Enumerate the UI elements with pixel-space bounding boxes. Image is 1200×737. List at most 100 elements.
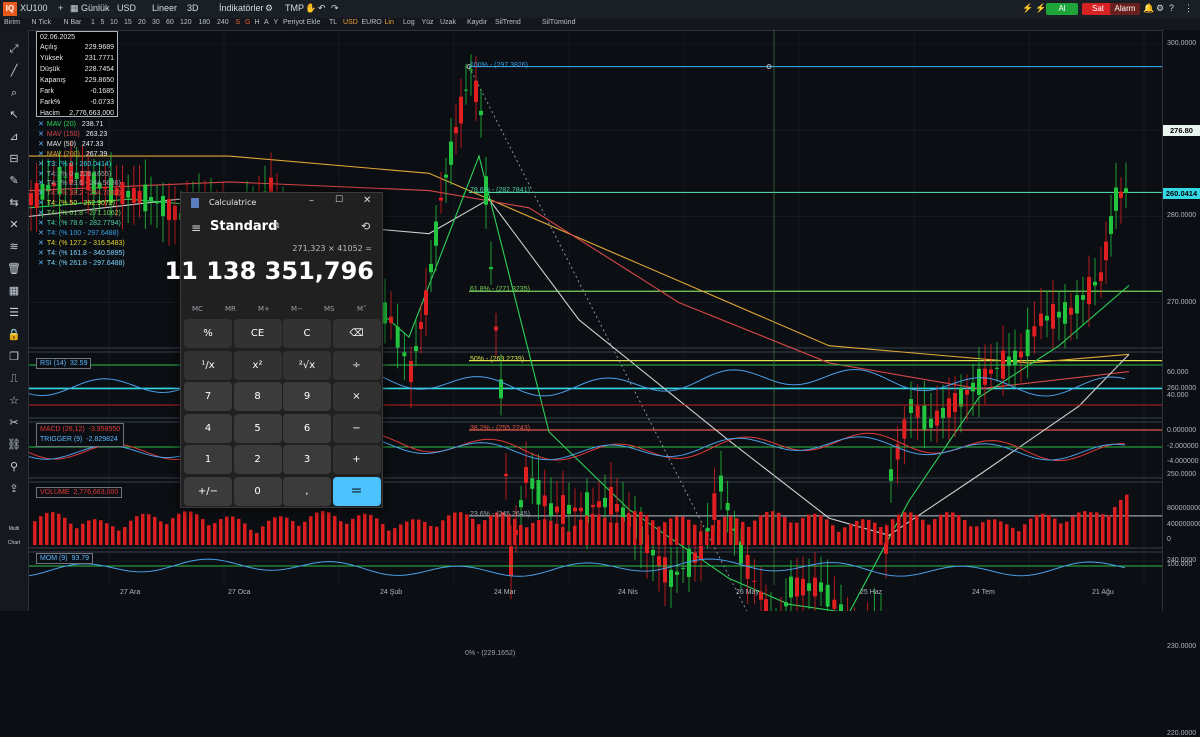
legend-item[interactable]: ✕ T4: (% 78.6 - 282.7794) [38, 219, 121, 227]
hand-icon[interactable]: ✋ [305, 3, 316, 14]
calendar-icon[interactable]: ▦ [70, 3, 79, 14]
legend-item[interactable]: ✕ T4: (% 127.2 - 316.5483) [38, 239, 125, 247]
period-toolbar-item[interactable]: EURO [362, 19, 382, 26]
period-toolbar-item[interactable]: Birim [4, 19, 20, 26]
legend-remove-icon[interactable]: ✕ [38, 190, 44, 197]
memory-button[interactable]: M+ [258, 305, 270, 313]
period-toolbar-item[interactable]: G [245, 19, 250, 26]
scale-select[interactable]: Lineer [152, 3, 177, 13]
flash-icon[interactable]: ⚡ [1022, 3, 1033, 14]
key-digit-3[interactable]: 3 [283, 445, 331, 474]
legend-item[interactable]: ✕ MAV (200) 267.39 [38, 150, 107, 158]
undo-icon[interactable]: ↶ [318, 3, 326, 14]
key-digit-1[interactable]: 1 [184, 445, 232, 474]
calculator-window[interactable]: Calculatrice – ☐ ✕ ≡ Standard ⧉ ⟲ 271,32… [164, 192, 383, 508]
memory-button[interactable]: MS [324, 305, 334, 313]
period-toolbar-item[interactable]: H [255, 19, 260, 26]
period-toolbar-item[interactable]: 120 [180, 19, 192, 26]
period-toolbar-item[interactable]: USD [343, 19, 358, 26]
key-backspace[interactable]: ⌫ [332, 319, 381, 348]
template-button[interactable]: TMP [285, 3, 304, 13]
multi-chart-icon[interactable]: Multi Chart [7, 522, 21, 546]
volume-label[interactable]: VOLUME 2,776,663,000 [36, 487, 123, 498]
legend-item[interactable]: ✕ T4: (% 38.2 - 254.7082) [38, 189, 121, 197]
copy-icon[interactable]: ❐ [7, 350, 21, 364]
period-toolbar-item[interactable]: Kaydır [467, 19, 487, 26]
settings-icon[interactable]: ⚙ [265, 3, 273, 14]
bell-icon[interactable]: 🔔 [1143, 3, 1154, 14]
list-icon[interactable]: ☰ [7, 306, 21, 320]
minimize-icon[interactable]: – [309, 195, 314, 206]
scissors-icon[interactable]: ✂ [7, 416, 21, 430]
help-icon[interactable]: ? [1169, 3, 1174, 13]
history-icon[interactable]: ⟲ [361, 220, 370, 233]
chart-icon[interactable]: ⎍ [7, 372, 21, 386]
legend-item[interactable]: ✕ T4: (% 261.8 - 297.6488) [38, 259, 125, 267]
zoom-icon[interactable]: ⌕ [7, 86, 21, 100]
legend-item[interactable]: ✕ T3: (% 0 - 260.0414) [38, 160, 111, 168]
flash-alt-icon[interactable]: ⚡ [1035, 3, 1046, 14]
period-toolbar-item[interactable]: 10 [110, 19, 118, 26]
star-icon[interactable]: ☆ [7, 394, 21, 408]
period-toolbar-item[interactable]: 20 [138, 19, 146, 26]
period-toolbar-item[interactable]: Periyot Ekle [283, 19, 320, 26]
legend-remove-icon[interactable]: ✕ [38, 180, 44, 187]
fib-icon[interactable]: ≋ [7, 240, 21, 254]
keep-on-top-icon[interactable]: ⧉ [273, 221, 279, 231]
legend-remove-icon[interactable]: ✕ [38, 171, 44, 178]
period-toolbar-item[interactable]: 180 [199, 19, 211, 26]
period-toolbar-item[interactable]: N Tick [32, 19, 51, 26]
key-reciprocal[interactable]: ¹/x [184, 350, 232, 380]
memory-button[interactable]: MR [225, 305, 236, 313]
memory-button[interactable]: MC [192, 305, 203, 313]
ruler-icon[interactable]: ⊿ [7, 130, 21, 144]
period-select[interactable]: Günlük [81, 3, 110, 13]
key-negate[interactable]: +/− [184, 476, 232, 506]
period-toolbar-item[interactable]: S [236, 19, 241, 26]
key-equals[interactable]: = [332, 476, 381, 506]
period-toolbar-item[interactable]: 30 [152, 19, 160, 26]
macd-label[interactable]: MACD (26,12) -3.958550 TRIGGER (9) -2.82… [36, 423, 125, 447]
add-symbol-icon[interactable]: + [58, 3, 63, 13]
key-percent[interactable]: % [184, 319, 232, 348]
legend-item[interactable]: ✕ T4: (% 0 - 228.1655) [38, 170, 111, 178]
legend-item[interactable]: ✕ T4: (% 23.6 - 244.5636) [38, 179, 121, 187]
key-digit-0[interactable]: 0 [233, 476, 282, 506]
mom-label[interactable]: MOM (9) 93.79 [36, 553, 94, 564]
key-digit-5[interactable]: 5 [233, 413, 282, 443]
legend-remove-icon[interactable]: ✕ [38, 210, 44, 217]
legend-item[interactable]: ✕ MAV (150) 263.23 [38, 130, 107, 138]
lock-icon[interactable]: 🔒 [7, 328, 21, 342]
memory-button[interactable]: M˅ [357, 305, 367, 313]
nav-menu-icon[interactable]: ≡ [191, 221, 201, 235]
period-toolbar-item[interactable]: 1 [91, 19, 95, 26]
maximize-icon[interactable]: ☐ [335, 195, 343, 205]
legend-remove-icon[interactable]: ✕ [38, 161, 44, 168]
legend-remove-icon[interactable]: ✕ [38, 141, 44, 148]
key-digit-4[interactable]: 4 [184, 413, 232, 443]
horizontal-line-icon[interactable]: ⊟ [7, 152, 21, 166]
cross-tool-icon[interactable]: ✕ [7, 218, 21, 232]
period-toolbar-item[interactable]: A [264, 19, 269, 26]
memory-button[interactable]: M− [291, 305, 303, 313]
legend-remove-icon[interactable]: ✕ [38, 260, 44, 267]
legend-remove-icon[interactable]: ✕ [38, 121, 44, 128]
legend-remove-icon[interactable]: ✕ [38, 151, 44, 158]
trendline-icon[interactable]: ╱ [7, 64, 21, 78]
period-toolbar-item[interactable]: Lin [385, 19, 394, 26]
key-digit-2[interactable]: 2 [233, 445, 282, 474]
key-digit-7[interactable]: 7 [184, 382, 232, 411]
legend-item[interactable]: ✕ T4: (% 100 - 297.6488) [38, 229, 119, 237]
legend-remove-icon[interactable]: ✕ [38, 240, 44, 247]
legend-remove-icon[interactable]: ✕ [38, 220, 44, 227]
key-digit-6[interactable]: 6 [283, 413, 331, 443]
key-subtract[interactable]: − [332, 413, 381, 443]
legend-remove-icon[interactable]: ✕ [38, 200, 44, 207]
period-toolbar-item[interactable]: Uzak [440, 19, 456, 26]
legend-item[interactable]: ✕ T4: (% 50 - 262.9072) [38, 199, 115, 207]
period-toolbar-item[interactable]: Yüz [422, 19, 434, 26]
period-toolbar-item[interactable]: 60 [166, 19, 174, 26]
gear-icon[interactable]: ⚙ [1156, 3, 1164, 14]
more-icon[interactable]: ⋮ [1184, 3, 1193, 14]
pencil-icon[interactable]: ✎ [7, 174, 21, 188]
